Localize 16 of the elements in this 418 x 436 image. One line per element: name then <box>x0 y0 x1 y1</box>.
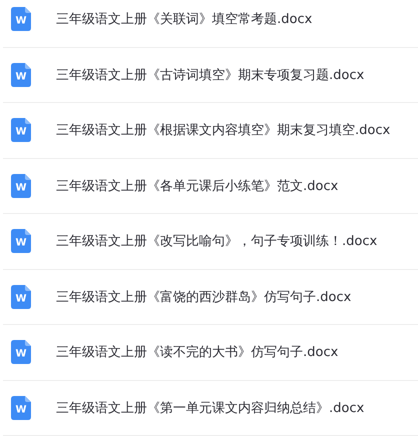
file-name[interactable]: 三年级语文上册《各单元课后小练笔》范文.docx <box>56 176 338 195</box>
word-file-icon: W <box>11 340 31 364</box>
file-name[interactable]: 三年级语文上册《读不完的大书》仿写句子.docx <box>56 343 338 362</box>
word-file-icon: W <box>11 229 31 254</box>
file-name[interactable]: 三年级语文上册《关联词》填空常考题.docx <box>56 10 312 28</box>
word-file-icon: W <box>11 7 31 32</box>
word-file-icon: W <box>11 284 31 309</box>
file-name[interactable]: 三年级语文上册《第一单元课文内容归纳总结》.docx <box>56 398 364 417</box>
file-name[interactable]: 三年级语文上册《改写比喻句》，句子专项训练！.docx <box>56 232 378 250</box>
file-name[interactable]: 三年级语文上册《根据课文内容填空》期末复习填空.docx <box>56 121 390 140</box>
word-file-icon: W <box>11 174 31 198</box>
word-file-icon: W <box>11 118 31 142</box>
word-file-icon: W <box>11 62 31 87</box>
file-name[interactable]: 三年级语文上册《富饶的西沙群岛》仿写句子.docx <box>56 288 352 306</box>
word-file-icon: W <box>11 396 31 420</box>
file-name[interactable]: 三年级语文上册《古诗词填空》期末专项复习题.docx <box>56 66 364 84</box>
